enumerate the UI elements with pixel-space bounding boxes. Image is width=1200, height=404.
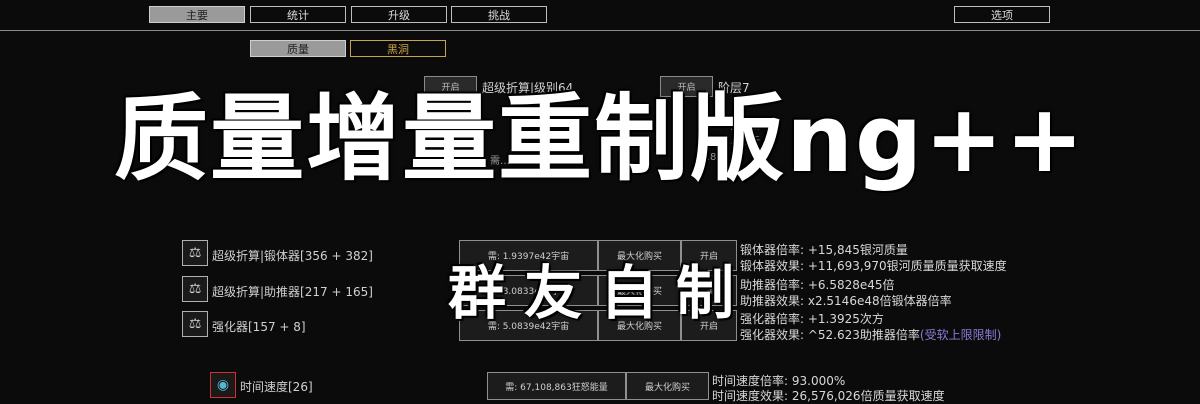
time-speed-label: 时间速度[26] (240, 380, 313, 394)
time-speed-stat-effect: 时间速度效果: 26,576,026倍质量获取速度 (712, 389, 945, 403)
upgrade-stat-effect: 强化器效果: ^52.623助推器倍率(受软上限限制) (740, 326, 1001, 343)
subtab-mass[interactable]: 质量 (250, 40, 346, 57)
options-button[interactable]: 选项 (954, 6, 1050, 23)
upgrade-stat-power: 锻体器倍率: +15,845银河质量 (740, 243, 908, 257)
tab-challenges[interactable]: 挑战 (451, 6, 547, 23)
tab-upgrades[interactable]: 升级 (351, 6, 447, 23)
overlay-title: 质量增量重制版ng++ (114, 85, 1086, 194)
softcap-note: (受软上限限制) (919, 328, 1002, 342)
time-speed-cost-button[interactable]: 需: 67,108,863狂怒能量 (487, 372, 626, 400)
time-speed-buy-max-button[interactable]: 最大化购买 (626, 372, 709, 400)
nav-divider (0, 30, 1200, 31)
upgrade-stat-effect-text: 强化器效果: ^52.623助推器倍率 (740, 328, 920, 342)
clock-icon: ◉ (210, 372, 236, 398)
subtab-black-hole[interactable]: 黑洞 (350, 40, 446, 57)
overlay-subtitle: 群友自制 (447, 259, 752, 327)
tab-stats[interactable]: 统计 (250, 6, 346, 23)
tab-main[interactable]: 主要 (149, 6, 245, 23)
